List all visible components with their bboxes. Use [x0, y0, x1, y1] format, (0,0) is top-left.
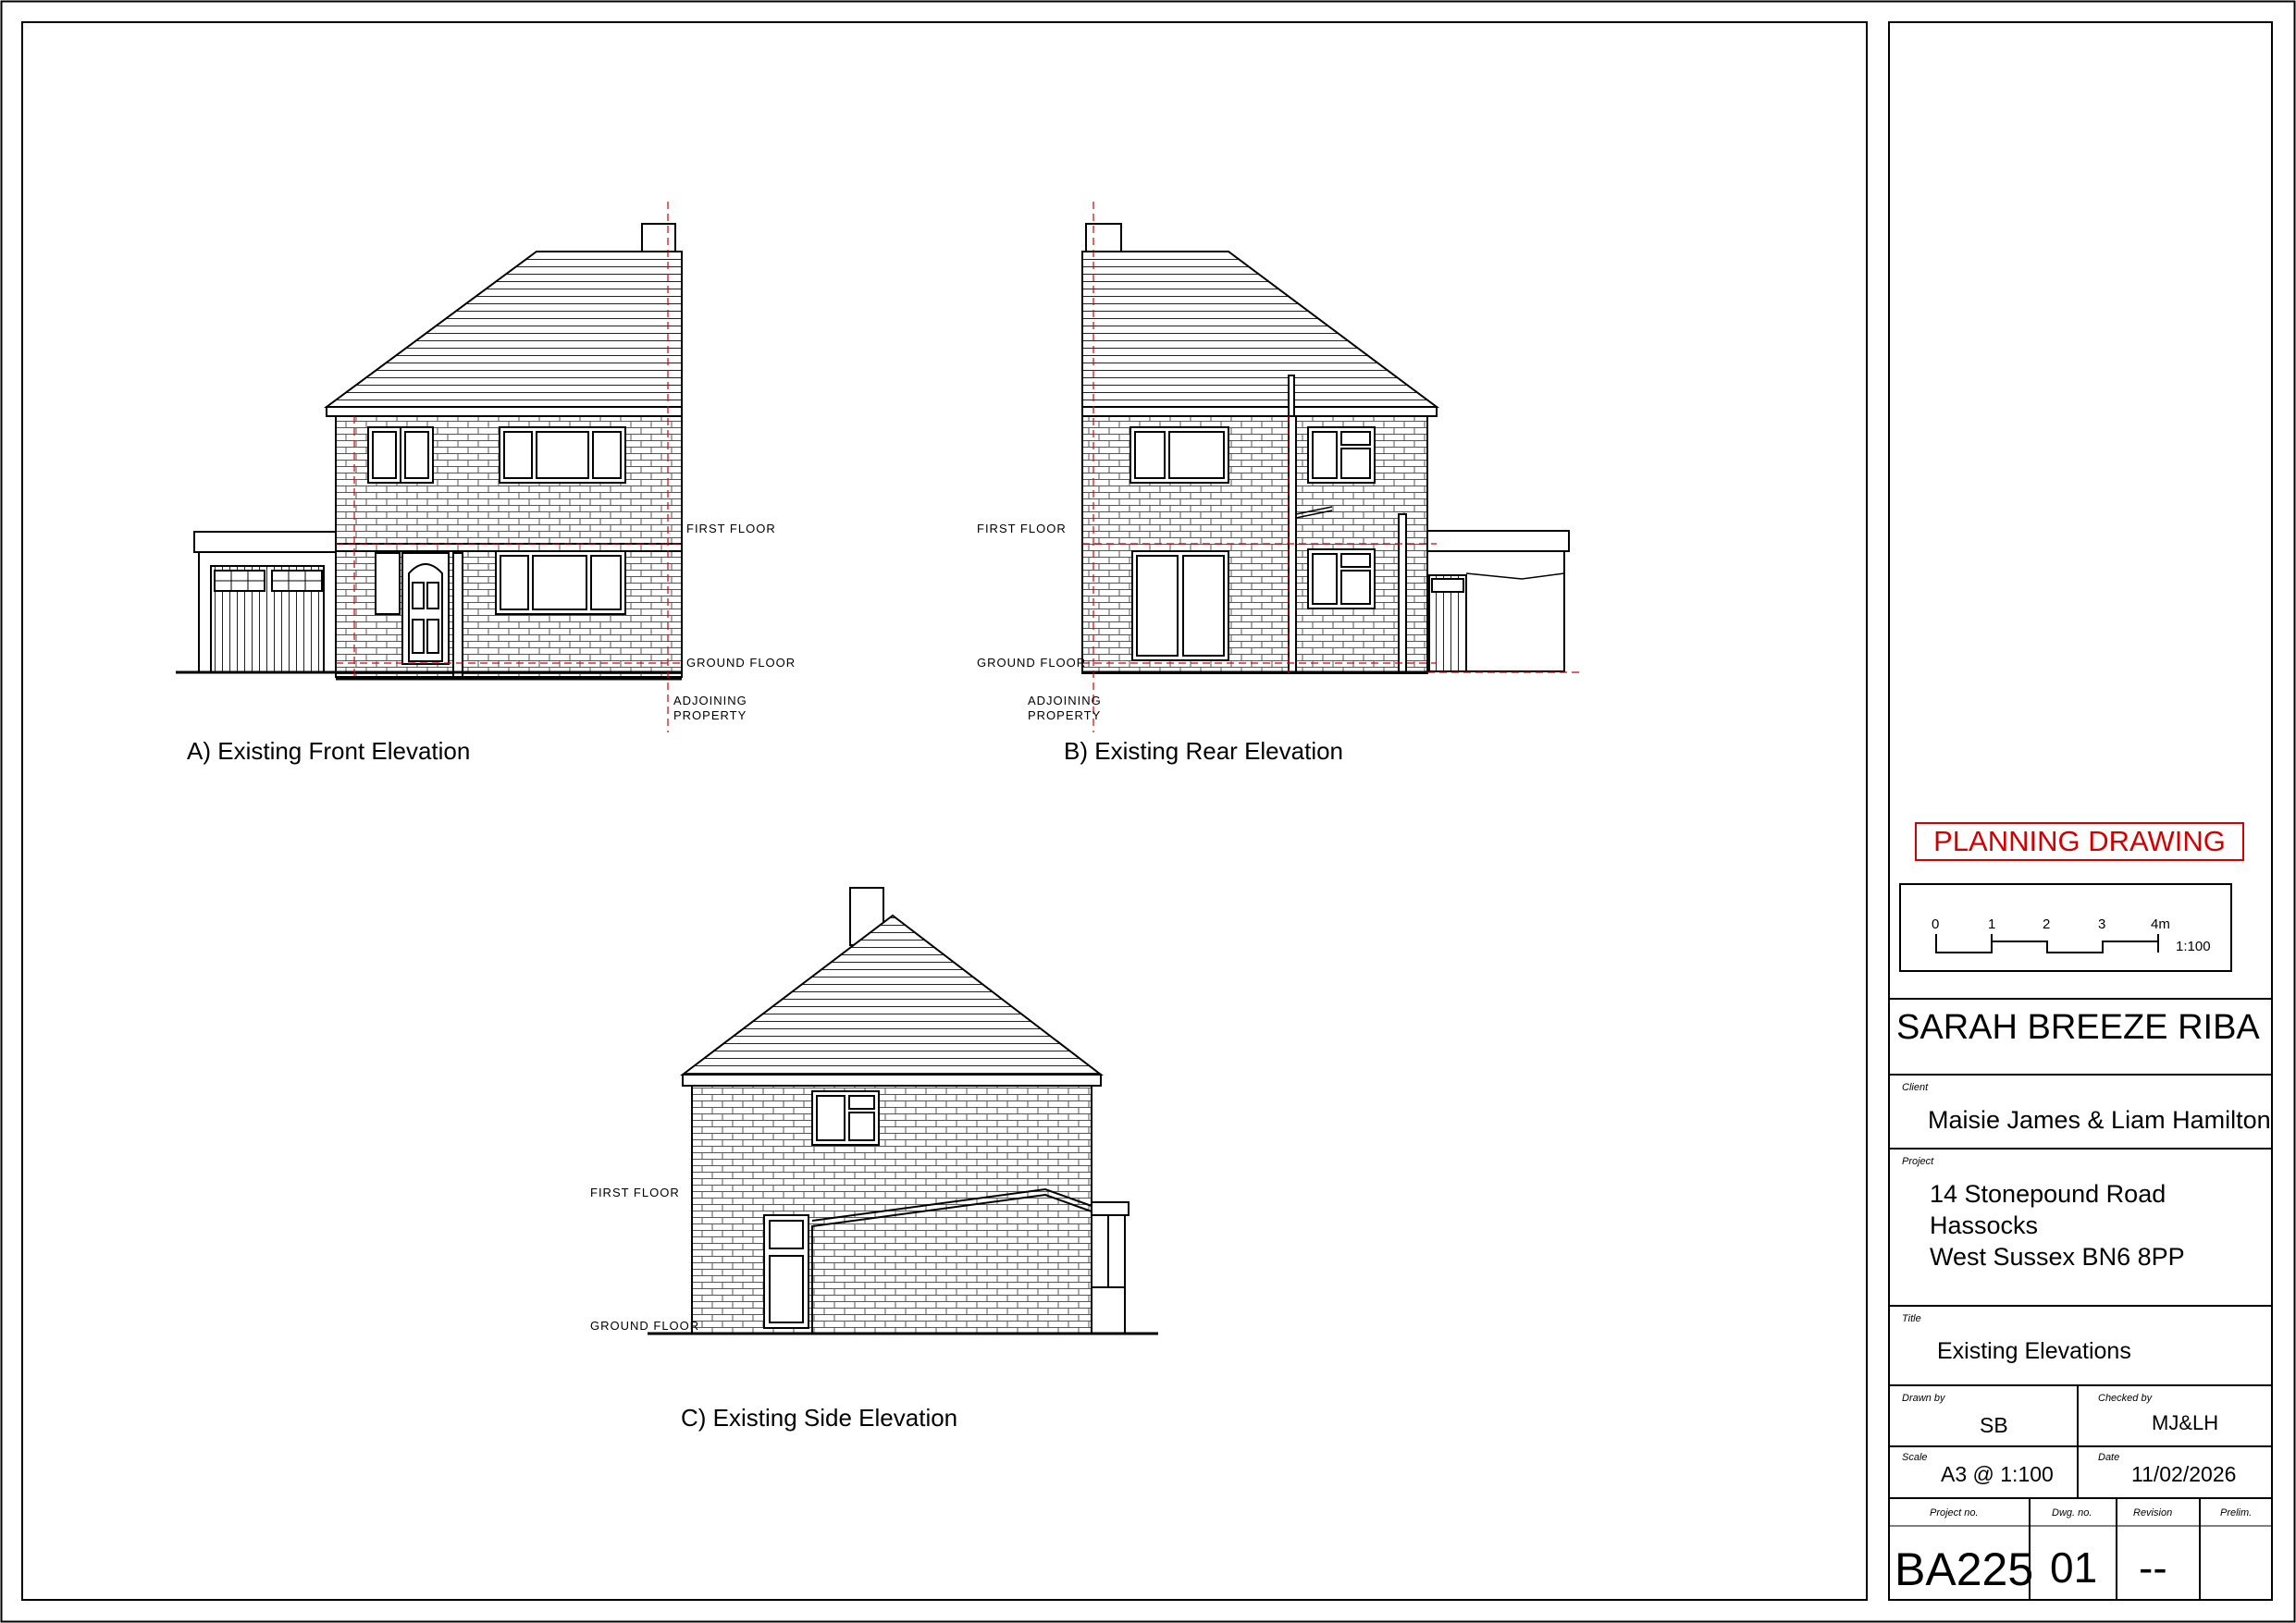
scale-tick-2: 2 — [2043, 916, 2050, 932]
front-adjoining-label-2: PROPERTY — [673, 708, 747, 722]
scale-tick-3: 3 — [2098, 916, 2105, 932]
practice-name: SARAH BREEZE RIBA — [1896, 1008, 2260, 1047]
scale-tick-0: 0 — [1932, 916, 1939, 932]
project-address-line-1: 14 Stonepound Road — [1930, 1180, 2166, 1208]
scale-bar — [1935, 934, 2159, 953]
rear-ground-floor-label: GROUND FLOOR — [977, 656, 1086, 670]
front-adjoining-label-1: ADJOINING — [673, 694, 747, 707]
project-no-label: Project no. — [1930, 1507, 1979, 1518]
side-first-floor-label: FIRST FLOOR — [590, 1186, 680, 1199]
drawing-sheet: FIRST FLOOR GROUND FLOOR ADJOINING PROPE… — [0, 0, 2296, 1623]
sheet-border — [0, 0, 2296, 1623]
rear-first-floor-label: FIRST FLOOR — [977, 522, 1067, 535]
front-elevation — [176, 223, 683, 681]
front-elevation-caption: A) Existing Front Elevation — [187, 737, 470, 765]
side-elevation — [648, 887, 1158, 1335]
front-first-floor-label: FIRST FLOOR — [686, 522, 776, 535]
revision-label: Revision — [2133, 1507, 2173, 1518]
date-value: 11/02/2026 — [2131, 1462, 2237, 1486]
prelim-label: Prelim. — [2220, 1507, 2253, 1518]
checked-by-label: Checked by — [2098, 1393, 2153, 1404]
scale-label: Scale — [1902, 1452, 1928, 1463]
project-address-line-2: Hassocks — [1930, 1211, 2039, 1239]
rear-adjoining-label-1: ADJOINING — [1028, 694, 1102, 707]
checked-by-value: MJ&LH — [2152, 1411, 2219, 1434]
client-label: Client — [1902, 1082, 1929, 1093]
scale-tick-1: 1 — [1988, 916, 1995, 932]
rear-elevation-caption: B) Existing Rear Elevation — [1064, 737, 1343, 765]
scale-bar-box — [1899, 883, 2232, 972]
project-label: Project — [1902, 1156, 1934, 1167]
drawn-by-value: SB — [1980, 1413, 2008, 1437]
rear-adjoining-label-2: PROPERTY — [1028, 708, 1101, 722]
title-label: Title — [1902, 1313, 1921, 1324]
dwg-no-label: Dwg. no. — [2052, 1507, 2092, 1518]
planning-drawing-stamp: PLANNING DRAWING — [1915, 822, 2244, 861]
scale-ratio: 1:100 — [2176, 939, 2211, 954]
revision-value: -- — [2139, 1543, 2167, 1592]
scale-bar-labels: 0 1 2 3 4m 1:100 — [1932, 916, 2211, 954]
drawn-by-label: Drawn by — [1902, 1393, 1945, 1404]
project-address-line-3: West Sussex BN6 8PP — [1930, 1243, 2185, 1271]
drawing-number: 01 — [2050, 1543, 2098, 1592]
date-label: Date — [2098, 1452, 2120, 1463]
elevations-drawing: FIRST FLOOR GROUND FLOOR ADJOINING PROPE… — [0, 0, 2296, 1623]
scale-tick-4: 4m — [2151, 916, 2170, 932]
side-ground-floor-label: GROUND FLOOR — [590, 1319, 699, 1333]
drawing-title: Existing Elevations — [1937, 1338, 2131, 1364]
drawing-frame — [21, 21, 1868, 1601]
scale-value: A3 @ 1:100 — [1941, 1462, 2054, 1486]
rear-elevation — [1081, 223, 1570, 674]
client-name: Maisie James & Liam Hamilton — [1928, 1106, 2271, 1134]
side-elevation-caption: C) Existing Side Elevation — [681, 1404, 957, 1432]
project-number: BA225 — [1895, 1543, 2034, 1595]
front-ground-floor-label: GROUND FLOOR — [686, 656, 796, 670]
